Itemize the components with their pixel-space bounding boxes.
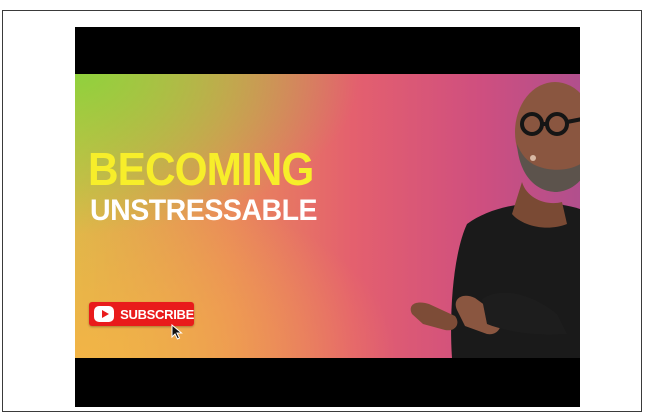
thumbnail-title-line2: UNSTRESSABLE: [90, 194, 318, 227]
speaker-photo: [410, 82, 580, 358]
letterbox-top: [75, 27, 580, 74]
video-thumbnail[interactable]: BECOMING UNSTRESSABLE SUBSCRIBE: [75, 74, 580, 358]
subscribe-label: SUBSCRIBE: [120, 306, 194, 322]
youtube-play-icon: [94, 306, 115, 322]
subscribe-button[interactable]: SUBSCRIBE: [89, 302, 194, 326]
thumbnail-title-line1: BECOMING: [88, 143, 314, 195]
video-player[interactable]: BECOMING UNSTRESSABLE SUBSCRIBE: [75, 27, 580, 407]
mouse-pointer-icon: [171, 324, 183, 340]
letterbox-bottom: [75, 358, 580, 407]
